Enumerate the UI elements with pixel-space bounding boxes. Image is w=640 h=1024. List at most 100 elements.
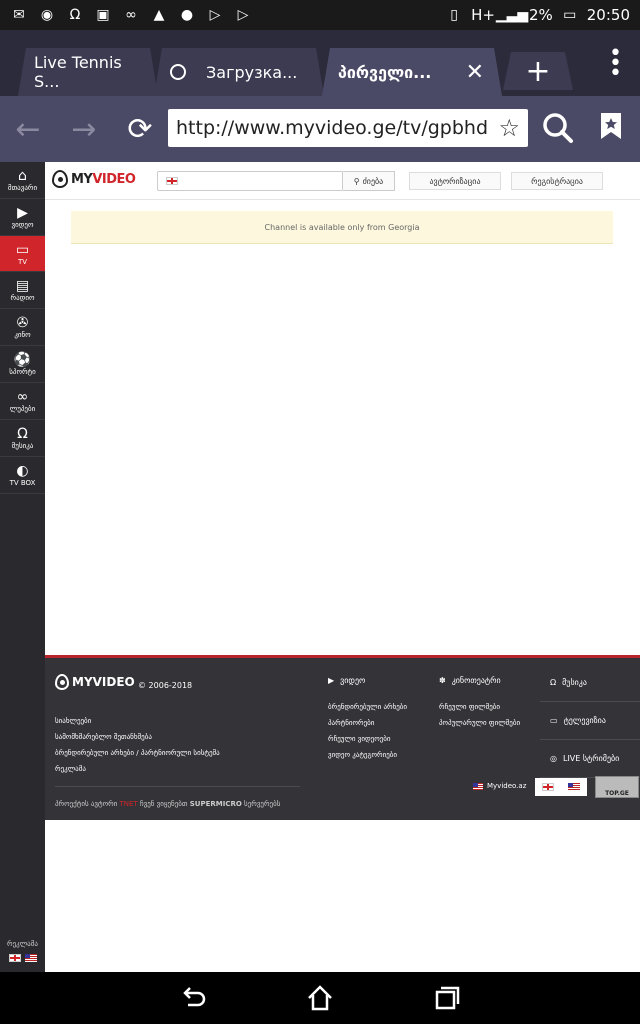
arrow-left-icon: ← [15, 111, 41, 147]
chat-icon: ● [180, 7, 194, 23]
footer-cinema-title[interactable]: კინოთეატრი [452, 676, 501, 685]
recent-apps-icon[interactable] [432, 983, 462, 1013]
footer-link[interactable]: სიახლეები [55, 713, 220, 729]
logo-video: VIDEO [92, 675, 135, 689]
footer-link[interactable]: პარტნიორები [328, 715, 407, 731]
tab-live-tennis[interactable]: Live Tennis S... [18, 48, 158, 96]
logo-video: VIDEO [92, 171, 136, 187]
supermicro-link[interactable]: SUPERMICRO [190, 800, 242, 808]
footer-logo[interactable]: MYVIDEO [55, 674, 135, 690]
search-input[interactable] [157, 171, 343, 191]
myvideo-az-link[interactable]: Myvideo.az [473, 782, 526, 790]
login-button[interactable]: ავტორიზაცია [409, 172, 501, 190]
footer-live-link[interactable]: ◎ LIVE სტრიმები [540, 740, 640, 778]
search-button[interactable]: ⚲ ძიება [343, 171, 395, 191]
sidebar-footer: რეკლამა [0, 940, 45, 962]
top-ge-label: TOP.GE [605, 790, 629, 797]
sidebar-item-radio[interactable]: ▤ რადიო [0, 272, 45, 309]
tab-loading[interactable]: Загрузка... [154, 48, 324, 96]
footer-link[interactable]: პოპულარული ფილმები [439, 715, 520, 731]
sidebar-item-label: კინო [14, 331, 31, 339]
sidebar-item-music[interactable]: Ω მუსიკა [0, 420, 45, 457]
battery-charging-icon: ▭ [563, 7, 577, 23]
sidebar-item-cinema[interactable]: ✇ კინო [0, 309, 45, 346]
mail-icon: ✉ [13, 7, 25, 23]
register-button-label: რეგისტრაცია [531, 176, 583, 186]
login-button-label: ავტორიზაცია [429, 176, 481, 186]
footer-link[interactable]: რჩეული ფილმები [439, 699, 520, 715]
tab-title: Live Tennis S... [34, 53, 122, 91]
sidebar-item-home[interactable]: ⌂ მთავარი [0, 162, 45, 199]
sidebar-item-label: რადიო [10, 294, 35, 302]
site-sidebar: ⌂ მთავარი ▶ ვიდეო ▭ TV ▤ რადიო ✇ კინო ⚽ … [0, 162, 45, 972]
sidebar-item-label: ლუპები [9, 405, 36, 413]
sidebar-item-tvbox[interactable]: ◐ TV BOX [0, 457, 45, 494]
footer-links: სიახლეები სამომხმარებლო შეთანხმება ბრენდ… [55, 713, 220, 777]
star-icon[interactable]: ☆ [498, 114, 520, 142]
tv-icon: ▭ [15, 241, 30, 258]
sidebar-item-loops[interactable]: ∞ ლუპები [0, 383, 45, 420]
footer-link[interactable]: რეკლამა [55, 761, 220, 777]
footer-video-title[interactable]: ვიდეო [340, 676, 365, 685]
search-button-label: ძიება [362, 176, 384, 186]
sidebar-item-tv[interactable]: ▭ TV [0, 236, 45, 272]
close-icon[interactable]: ✕ [466, 60, 484, 85]
sidebar-item-label: მთავარი [7, 184, 38, 192]
back-icon[interactable] [178, 983, 208, 1013]
sidebar-item-label: მუსიკა [11, 442, 34, 450]
credit-suffix: სერვერებს [244, 800, 281, 808]
browser-tab-strip: Live Tennis S... Загрузка... პირველი... … [0, 30, 640, 96]
tvbox-icon: ◐ [16, 463, 29, 479]
tab-title: Загрузка... [206, 62, 298, 82]
play-icon: ▶ [328, 676, 335, 685]
georgia-flag-icon[interactable] [542, 783, 554, 791]
search-icon[interactable] [540, 106, 576, 150]
us-flag-icon[interactable] [568, 783, 580, 791]
headset-icon: Ω [69, 7, 81, 23]
menu-icon[interactable]: • • • [609, 43, 622, 85]
top-ge-counter[interactable]: TOP.GE [595, 776, 639, 798]
us-flag-icon[interactable] [24, 954, 37, 962]
logo-drop-icon [55, 674, 69, 690]
play-icon: ▶ [17, 205, 28, 221]
play-store-icon: ▷ [237, 7, 249, 23]
new-tab-button[interactable]: + [503, 52, 573, 90]
footer-link[interactable]: ბრენდირებული არხები [328, 699, 407, 715]
address-bar[interactable]: http://www.myvideo.ge/tv/gpbhd ☆ [168, 109, 528, 147]
sidebar-item-sport[interactable]: ⚽ სპორტი [0, 346, 45, 383]
copyright: © 2006-2018 [138, 681, 193, 690]
tab-active[interactable]: პირველი... ✕ [322, 48, 502, 96]
register-button[interactable]: რეგისტრაცია [511, 172, 603, 190]
android-nav-bar [0, 972, 640, 1024]
warning-icon: ▲ [153, 7, 165, 23]
home-icon: ⌂ [18, 168, 27, 184]
sidebar-item-video[interactable]: ▶ ვიდეო [0, 199, 45, 236]
azerbaijan-flag-icon [473, 782, 483, 790]
availability-notice: Channel is available only from Georgia [71, 211, 613, 244]
footer-music-link[interactable]: Ω მუსიკა [540, 664, 640, 702]
web-page: MYVIDEO ⚲ ძიება ავტორიზაცია რეგისტრაცია … [45, 162, 640, 972]
camera-icon: ✇ [16, 315, 29, 331]
footer-link[interactable]: რჩეული ვიდეოები [328, 731, 407, 747]
site-logo[interactable]: MYVIDEO [52, 170, 136, 188]
forward-button[interactable]: → [56, 101, 112, 157]
footer-link[interactable]: ვიდეო კატეგორიები [328, 747, 407, 763]
site-header: MYVIDEO ⚲ ძიება ავტორიზაცია რეგისტრაცია [45, 162, 640, 200]
arrow-right-icon: → [71, 111, 97, 147]
search-icon: ⚲ [353, 176, 360, 186]
sidebar-ad-link[interactable]: რეკლამა [7, 940, 38, 948]
bookmarks-icon[interactable] [600, 112, 622, 140]
reload-button[interactable]: ⟳ [112, 101, 168, 157]
tnet-link[interactable]: TNET [120, 800, 138, 808]
status-bar: ✉ ◉ Ω ▣ ∞ ▲ ● ▷ ▷ ▯ H+ ▁▃▅ 2% ▭ 20:50 [0, 0, 640, 30]
footer-link[interactable]: ბრენდირებული არხები / პარტნიორული სისტემ… [55, 745, 220, 761]
footer-live-label: LIVE სტრიმები [562, 754, 620, 763]
footer-tv-link[interactable]: ▭ ტელევიზია [540, 702, 640, 740]
georgia-flag-icon[interactable] [8, 954, 21, 962]
georgia-flag-icon[interactable] [166, 177, 178, 185]
footer-credit: პროექტის ავტორი TNET ჩვენ ვიყენებთ SUPER… [55, 800, 280, 808]
back-button[interactable]: ← [0, 101, 56, 157]
footer-link[interactable]: სამომხმარებლო შეთანხმება [55, 729, 220, 745]
footer-cinema-column: ✽ კინოთეატრი რჩეული ფილმები პოპულარული ფ… [439, 676, 520, 731]
home-icon[interactable] [305, 983, 335, 1013]
